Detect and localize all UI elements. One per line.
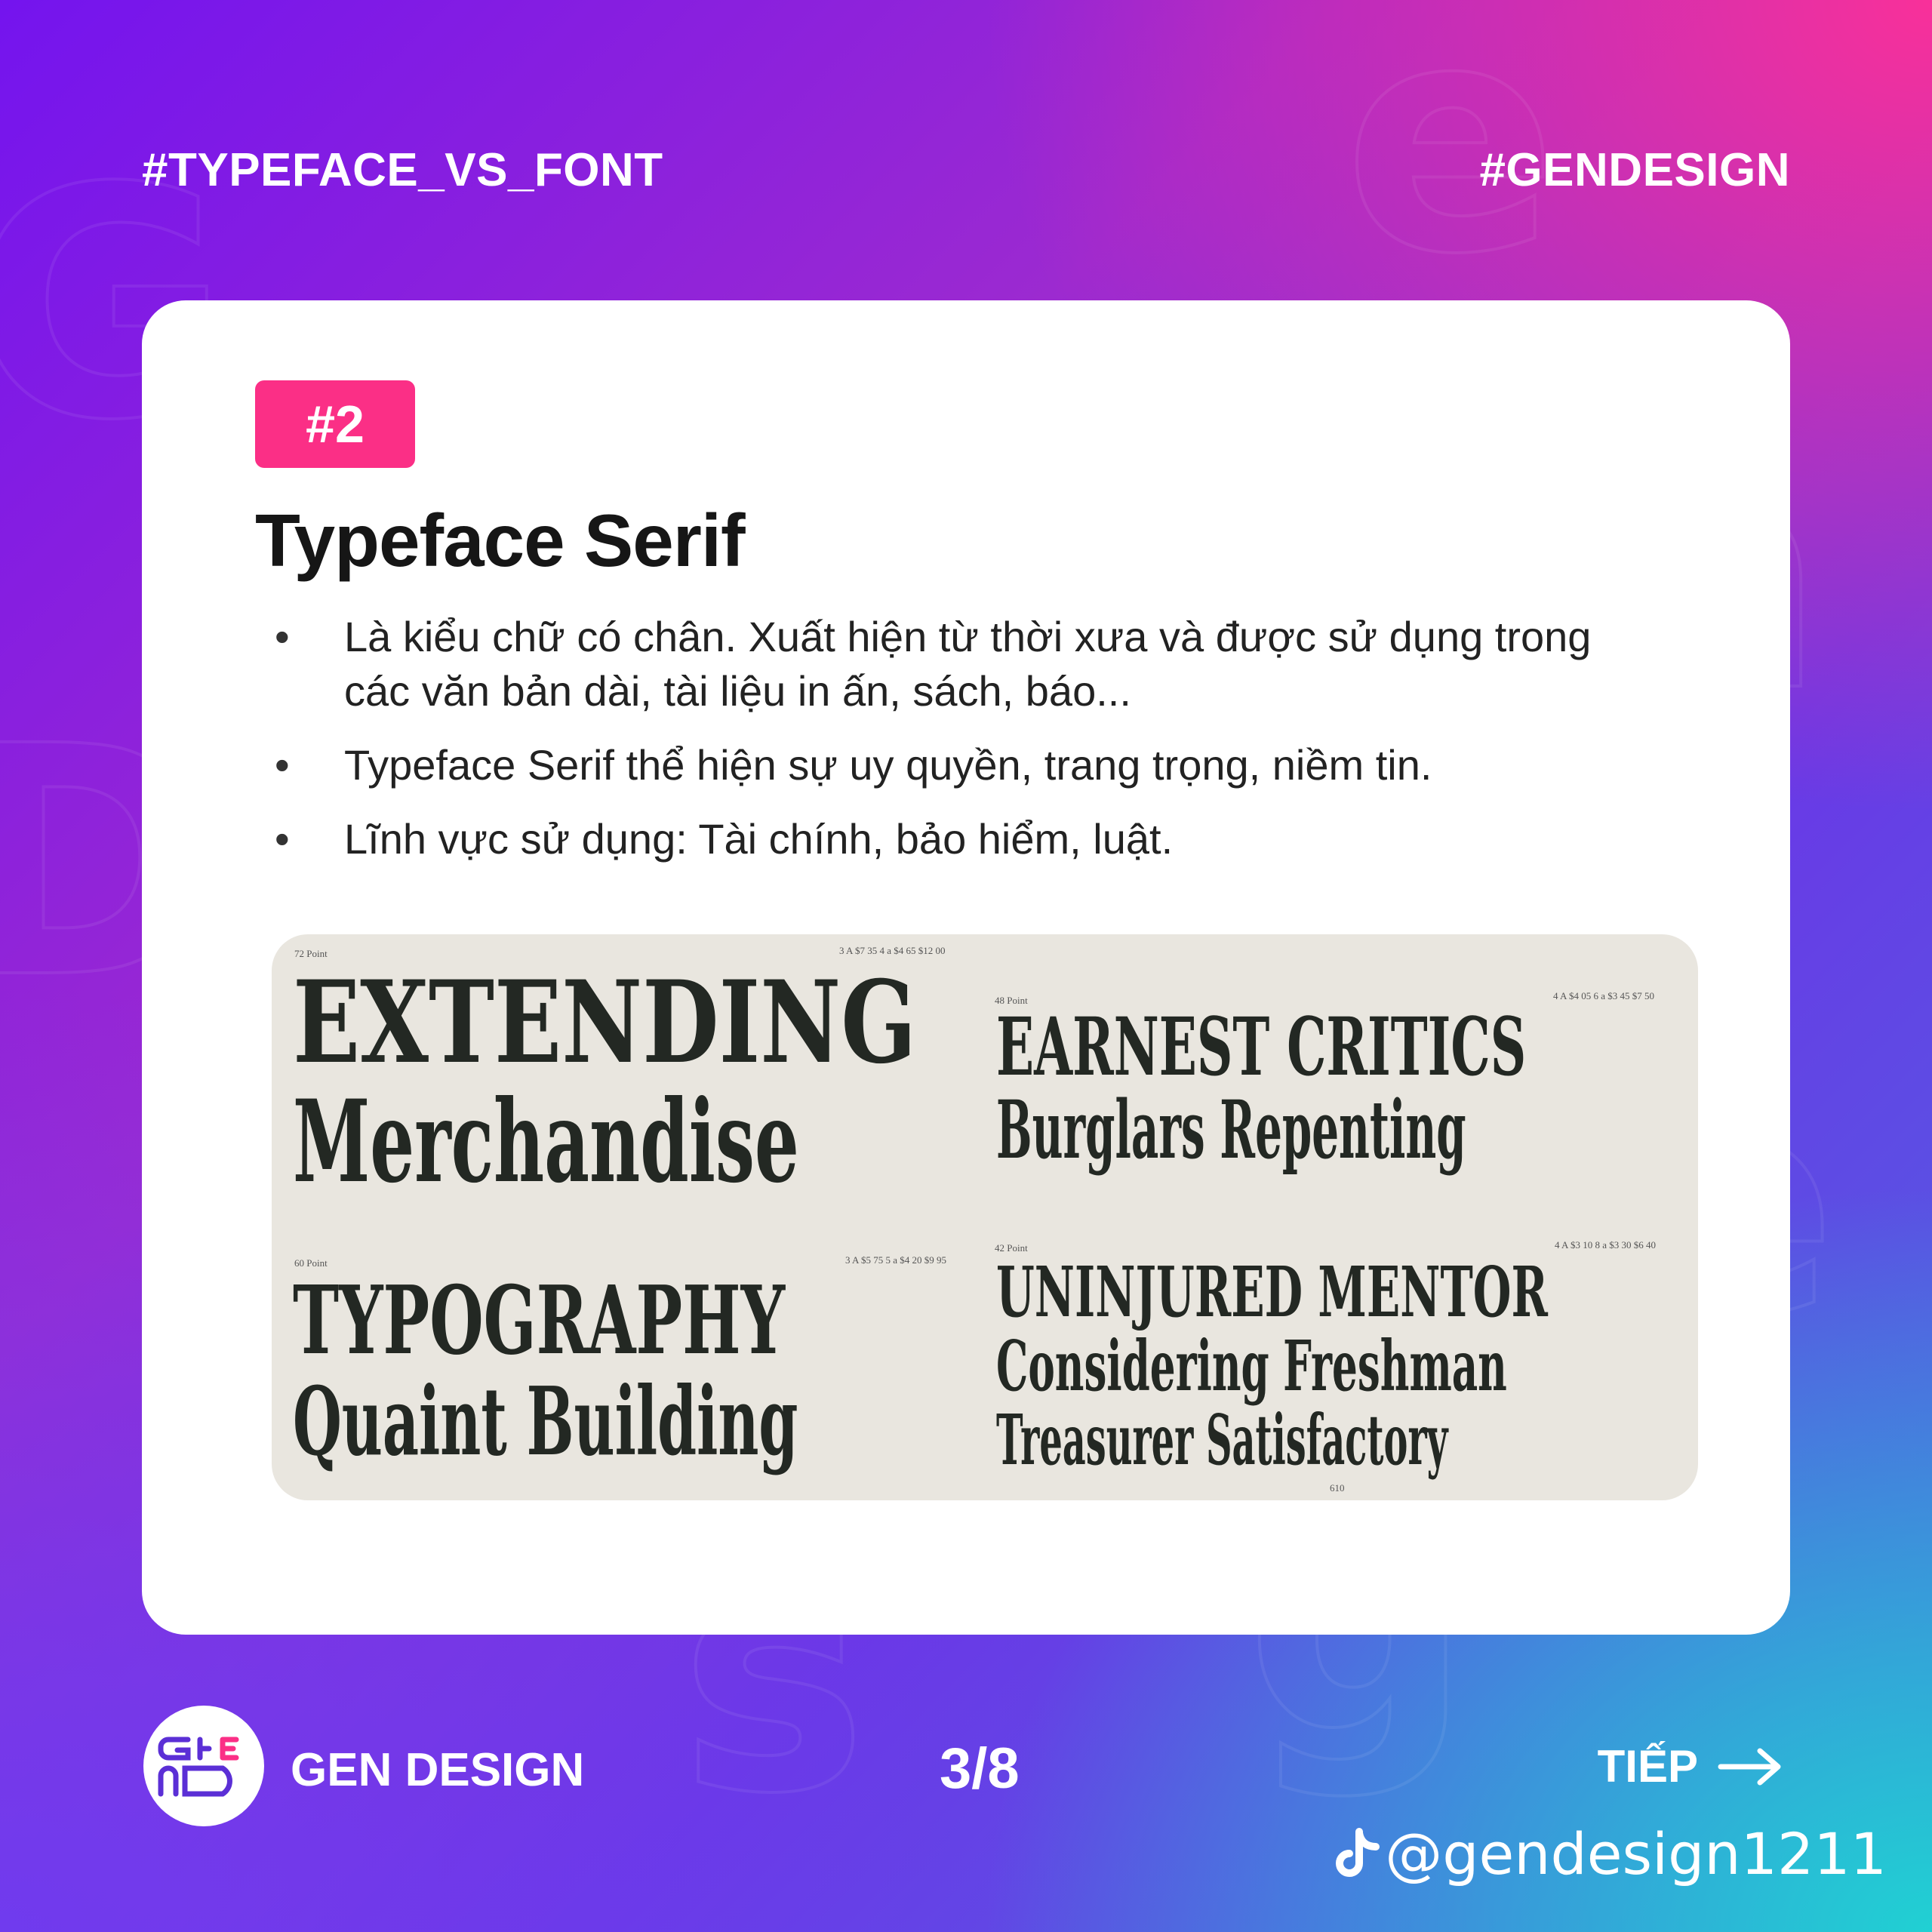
specimen-line: Treasurer Satisfactory [996,1399,1448,1481]
bullet-item: Typeface Serif thể hiện sự uy quyền, tra… [275,738,1633,792]
tiktok-icon [1336,1827,1380,1877]
specimen-line: UNINJURED MENTOR [996,1251,1548,1333]
content-card: #2 Typeface Serif Là kiểu chữ có chân. X… [142,300,1790,1635]
serif-specimen-image: 72 Point 3 A $7 35 4 a $4 65 $12 00 EXTE… [272,934,1698,1500]
specimen-line: EARNEST CRITICS [996,999,1527,1094]
specimen-line: Burglars Repenting [996,1082,1466,1177]
hashtag-topic: #TYPEFACE_VS_FONT [142,144,663,196]
page-title: Typeface Serif [255,499,746,582]
next-label: TIẾP [1597,1741,1698,1792]
brand-logo [143,1706,264,1826]
specimen-price: 3 A $7 35 4 a $4 65 $12 00 [839,945,946,956]
specimen-line: Considering Freshman [996,1325,1507,1407]
specimen-line: EXTENDING [293,956,917,1089]
bullet-item: Là kiểu chữ có chân. Xuất hiện từ thời x… [275,610,1633,718]
specimen-price: 4 A $4 05 6 a $3 45 $7 50 [1553,990,1654,1001]
specimen-line: Merchandise [293,1075,799,1208]
section-number-badge: #2 [255,380,415,468]
specimen-price: 4 A $3 10 8 a $3 30 $6 40 [1555,1239,1656,1251]
page-indicator: 3/8 [940,1737,1020,1801]
social-handle[interactable]: @gendesign1211 [1334,1820,1887,1887]
next-button[interactable]: TIẾP [1598,1740,1783,1792]
specimen-line: TYPOGRAPHY [293,1266,786,1376]
specimen-price: 3 A $5 75 5 a $4 20 $9 95 [845,1254,946,1266]
bullet-list: Là kiểu chữ có chân. Xuất hiện từ thời x… [275,610,1633,886]
bullet-item: Lĩnh vực sử dụng: Tài chính, bảo hiểm, l… [275,812,1633,866]
brand-name: GEN DESIGN [291,1744,585,1796]
specimen-line: Quaint Building [293,1367,798,1477]
social-handle-text: @gendesign1211 [1385,1820,1887,1887]
specimen-page-number: 610 [1330,1482,1345,1494]
gen-design-logo-mark [158,1737,239,1797]
arrow-right-icon [1718,1748,1781,1785]
hashtag-brand: #GENDESIGN [1479,144,1790,196]
